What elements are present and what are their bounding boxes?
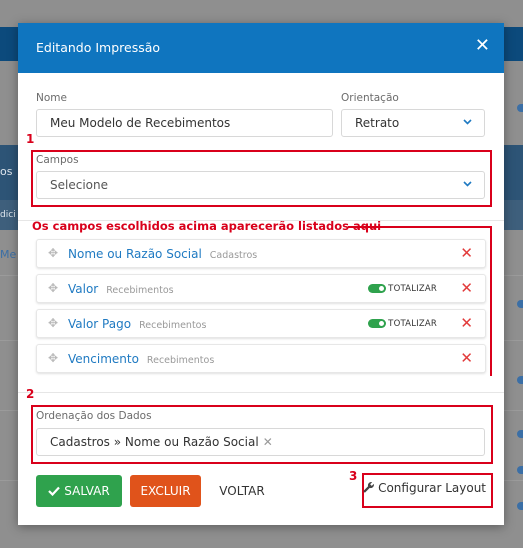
field-name: Valor Pago Recebimentos xyxy=(68,317,207,331)
close-icon[interactable]: ✕ xyxy=(460,314,473,332)
nome-input[interactable]: Meu Modelo de Recebimentos xyxy=(36,109,333,137)
annotation-bracket-side xyxy=(490,226,492,376)
annotation-marker-3: 3 xyxy=(349,469,358,483)
modal-header: Editando Impressão ✕ xyxy=(18,23,504,73)
drag-handle-icon[interactable]: ✥ xyxy=(48,246,58,260)
annotation-bracket-top xyxy=(348,226,492,228)
orientacao-value: Retrato xyxy=(355,116,400,130)
save-button[interactable]: SALVAR xyxy=(36,475,122,507)
drag-handle-icon[interactable]: ✥ xyxy=(48,281,58,295)
section-divider xyxy=(18,392,504,393)
close-icon[interactable]: ✕ xyxy=(460,349,473,367)
field-name: Vencimento Recebimentos xyxy=(68,352,215,366)
ordenacao-tag: Cadastros » Nome ou Razão Social xyxy=(50,435,259,449)
back-button[interactable]: VOLTAR xyxy=(209,475,275,507)
nome-label: Nome xyxy=(36,92,67,104)
background-text: os xyxy=(0,165,13,178)
orientacao-select[interactable]: Retrato xyxy=(341,109,485,137)
modal-title: Editando Impressão xyxy=(36,40,161,55)
totalizar-toggle[interactable] xyxy=(368,284,386,293)
check-icon xyxy=(48,486,61,497)
close-icon[interactable]: ✕ xyxy=(263,435,273,449)
configure-layout-button[interactable]: Configurar Layout xyxy=(362,481,486,495)
close-icon[interactable]: ✕ xyxy=(475,35,490,57)
drag-handle-icon[interactable]: ✥ xyxy=(48,316,58,330)
campos-label: Campos xyxy=(36,154,79,166)
annotation-note: Os campos escolhidos acima aparecerão li… xyxy=(32,219,382,233)
orientacao-label: Orientação xyxy=(341,92,399,104)
drag-handle-icon[interactable]: ✥ xyxy=(48,351,58,365)
chevron-down-icon xyxy=(463,172,472,198)
ordenacao-input[interactable]: Cadastros » Nome ou Razão Social ✕ xyxy=(36,428,485,456)
background-dot xyxy=(517,430,523,438)
background-dot xyxy=(517,104,523,112)
chevron-down-icon xyxy=(463,110,472,136)
ordenacao-label: Ordenação dos Dados xyxy=(36,410,152,422)
background-text: dici xyxy=(0,210,16,220)
annotation-marker-2: 2 xyxy=(26,387,35,401)
close-icon[interactable]: ✕ xyxy=(460,244,473,262)
wrench-icon xyxy=(363,482,374,493)
list-item[interactable]: ✥ Valor Pago Recebimentos TOTALIZAR ✕ xyxy=(36,309,486,338)
field-name: Valor Recebimentos xyxy=(68,282,174,296)
delete-button[interactable]: EXCLUIR xyxy=(130,475,201,507)
campos-placeholder: Selecione xyxy=(50,178,108,192)
list-item[interactable]: ✥ Vencimento Recebimentos ✕ xyxy=(36,344,486,373)
totalizar-toggle[interactable] xyxy=(368,319,386,328)
campos-select[interactable]: Selecione xyxy=(36,171,485,199)
background-dot xyxy=(517,502,523,510)
close-icon[interactable]: ✕ xyxy=(460,279,473,297)
totalizar-label: TOTALIZAR xyxy=(388,284,437,294)
annotation-marker-1: 1 xyxy=(26,132,35,146)
totalizar-label: TOTALIZAR xyxy=(388,319,437,329)
background-dot xyxy=(517,376,523,384)
list-item[interactable]: ✥ Nome ou Razão Social Cadastros ✕ xyxy=(36,239,486,268)
field-name: Nome ou Razão Social Cadastros xyxy=(68,247,258,261)
list-item[interactable]: ✥ Valor Recebimentos TOTALIZAR ✕ xyxy=(36,274,486,303)
edit-print-modal: Editando Impressão ✕ Nome Meu Modelo de … xyxy=(18,23,504,525)
background-text: Me xyxy=(0,248,17,261)
background-dot xyxy=(517,300,523,308)
background-dot xyxy=(517,466,523,474)
